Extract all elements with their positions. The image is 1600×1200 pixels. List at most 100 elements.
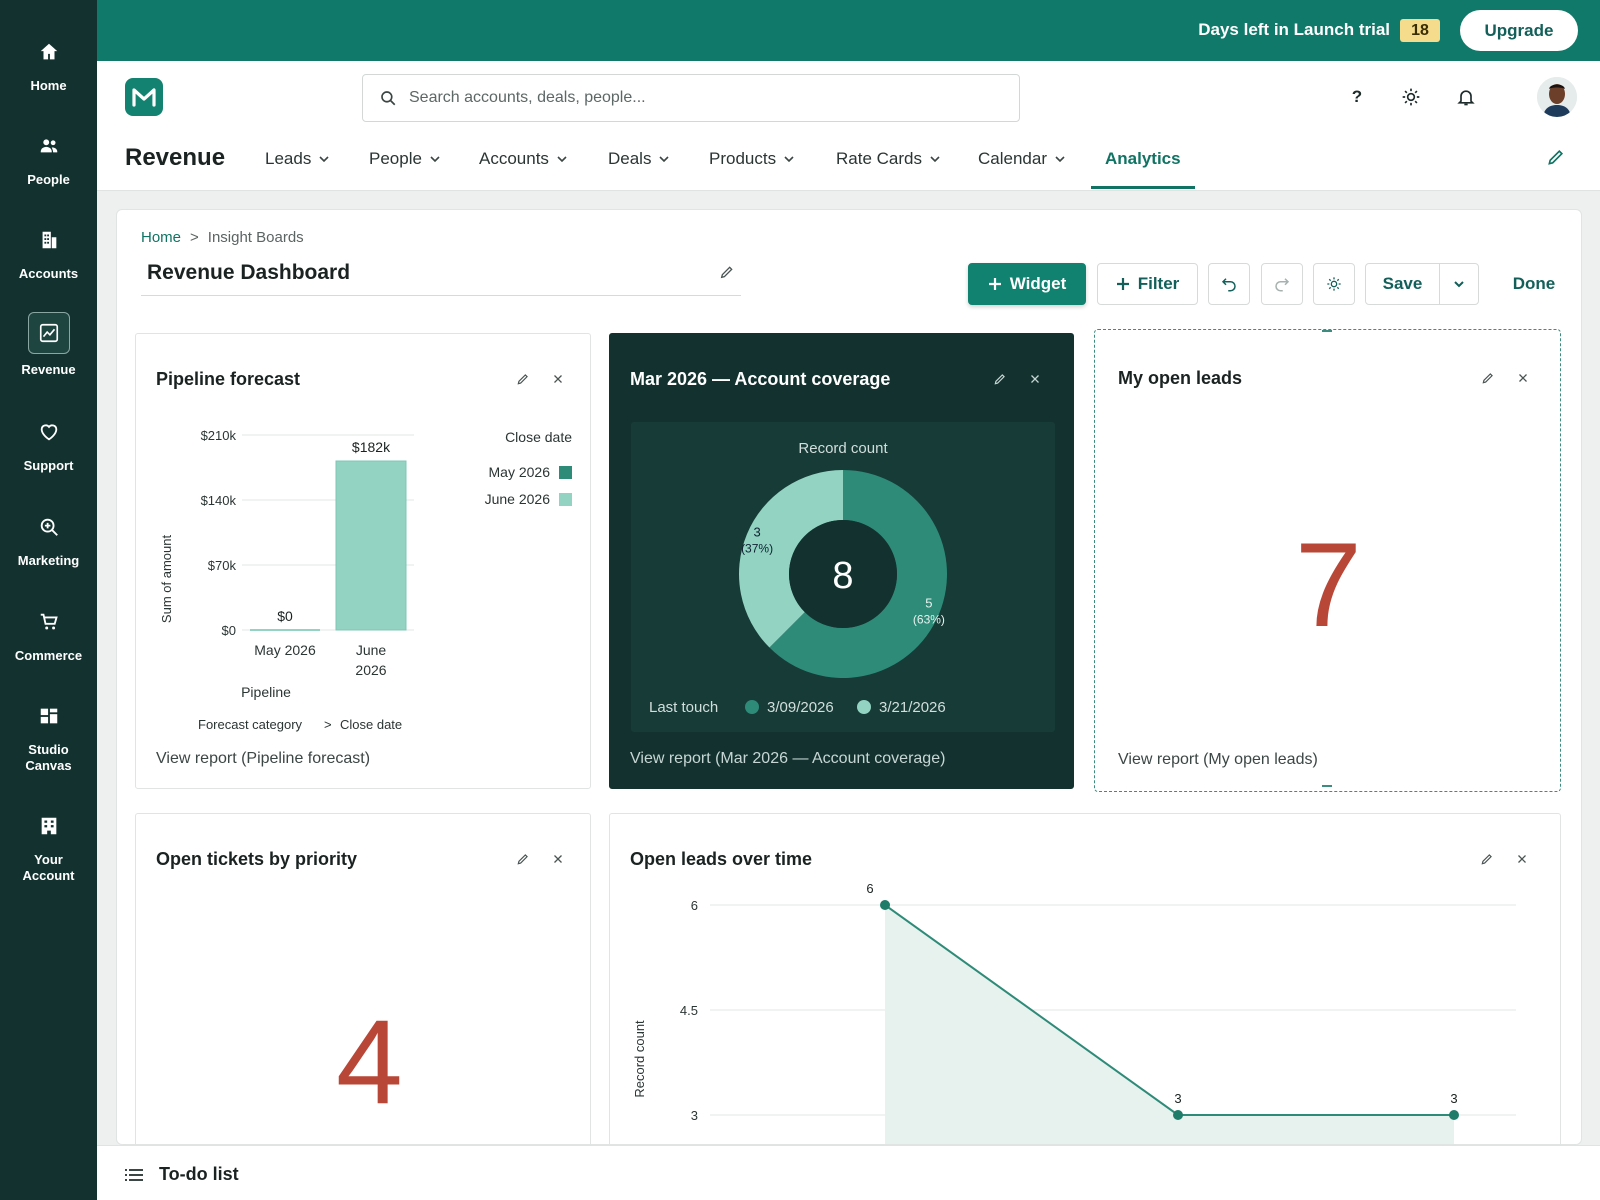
save-options-button[interactable] xyxy=(1439,263,1479,305)
footer-label: Forecast category xyxy=(198,717,303,732)
edit-nav-button[interactable] xyxy=(1546,147,1566,167)
tab-people[interactable]: People xyxy=(369,149,440,169)
legend-swatch xyxy=(559,493,572,506)
y-tick-label: $140k xyxy=(201,493,237,508)
breadcrumb: Home > Insight Boards xyxy=(141,229,304,246)
pencil-icon[interactable] xyxy=(719,264,735,280)
resize-handle-top[interactable] xyxy=(1322,330,1332,332)
button-label: Filter xyxy=(1137,274,1180,293)
add-widget-button[interactable]: Widget xyxy=(968,263,1086,305)
filter-button[interactable]: Filter xyxy=(1097,263,1198,305)
tab-rate-cards[interactable]: Rate Cards xyxy=(836,149,940,169)
tab-deals[interactable]: Deals xyxy=(608,149,670,169)
app-logo[interactable] xyxy=(125,78,163,116)
open-leads-over-time-card[interactable]: Open leads over time 3 4.5 6 Record count 6 3… xyxy=(609,813,1561,1144)
slice-percent: (37%) xyxy=(741,541,773,555)
legend-title: Close date xyxy=(505,429,572,445)
kpi-value: 7 xyxy=(1295,518,1362,652)
coverage-donut-chart: Record count 5 (63%) 3 (37%) 8 Last touch 3/09/… xyxy=(631,422,1055,732)
breadcrumb-separator: > xyxy=(190,229,199,246)
sidebar-item-accounts[interactable]: Accounts xyxy=(0,222,97,282)
tab-leads[interactable]: Leads xyxy=(265,149,329,169)
search-box[interactable] xyxy=(362,74,1020,122)
data-point xyxy=(1449,1110,1459,1120)
heart-icon xyxy=(31,414,67,450)
office-icon xyxy=(31,808,67,844)
theme-button[interactable] xyxy=(1313,263,1355,305)
tab-analytics[interactable]: Analytics xyxy=(1105,149,1181,169)
building-icon xyxy=(31,222,67,258)
bar xyxy=(335,460,407,631)
sidebar-item-label: Your Account xyxy=(22,852,75,883)
tab-calendar[interactable]: Calendar xyxy=(978,149,1065,169)
people-icon xyxy=(31,128,67,164)
data-label: $0 xyxy=(277,608,293,624)
page-title: Revenue Dashboard xyxy=(147,261,351,284)
todo-bar[interactable]: To-do list xyxy=(97,1145,1600,1200)
sidebar-item-label: Support xyxy=(23,458,74,473)
close-icon[interactable] xyxy=(551,852,567,868)
my-open-leads-card[interactable]: My open leads 7 View report (My open lea… xyxy=(1094,329,1561,792)
sidebar-item-revenue[interactable]: Revenue xyxy=(0,312,97,378)
done-button[interactable]: Done xyxy=(1489,263,1579,305)
redo-icon xyxy=(1275,278,1290,292)
tab-label: Products xyxy=(709,149,777,168)
resize-handle-bottom[interactable] xyxy=(1322,785,1332,787)
redo-button[interactable] xyxy=(1261,263,1303,305)
x-tick-label: May 2026 xyxy=(254,642,316,658)
slice-label: 3 xyxy=(753,524,760,539)
undo-button[interactable] xyxy=(1208,263,1250,305)
sidebar-item-people[interactable]: People xyxy=(0,128,97,188)
active-tab-indicator xyxy=(1091,186,1195,189)
legend-title: Last touch xyxy=(649,699,718,716)
legend-label: May 2026 xyxy=(489,464,551,480)
card-title: My open leads xyxy=(1118,368,1243,388)
chevron-down-icon xyxy=(1055,156,1065,163)
sidebar-item-support[interactable]: Support xyxy=(0,414,97,474)
sidebar-item-label: Revenue xyxy=(21,362,76,377)
y-axis-label: Record count xyxy=(632,1020,647,1098)
view-report-link[interactable]: View report (My open leads) xyxy=(1118,751,1318,769)
legend-swatch xyxy=(559,466,572,479)
data-label: 3 xyxy=(1450,1091,1457,1106)
breadcrumb-home-link[interactable]: Home xyxy=(141,229,181,246)
bell-icon xyxy=(1456,87,1476,107)
sidebar-item-commerce[interactable]: Commerce xyxy=(0,604,97,664)
sidebar-item-label: Home xyxy=(30,78,67,93)
sidebar-item-marketing[interactable]: Marketing xyxy=(0,509,97,569)
tab-label: Leads xyxy=(265,149,312,168)
plus-icon xyxy=(988,278,1001,290)
help-button[interactable]: ? xyxy=(1343,83,1371,111)
save-button[interactable]: Save xyxy=(1365,263,1440,305)
view-report-link[interactable]: View report (Pipeline forecast) xyxy=(156,750,370,768)
tab-label: Rate Cards xyxy=(836,149,922,168)
tab-label: Deals xyxy=(608,149,652,168)
y-tick-label: $210k xyxy=(201,428,237,443)
tab-label: Analytics xyxy=(1105,149,1181,168)
avatar[interactable] xyxy=(1537,77,1577,117)
y-tick-label: 6 xyxy=(691,898,698,913)
tab-products[interactable]: Products xyxy=(709,149,794,169)
sidebar-item-your-account[interactable]: Your Account xyxy=(0,808,97,884)
sidebar-item-label: Studio Canvas xyxy=(25,742,72,773)
notifications-button[interactable] xyxy=(1452,83,1480,111)
pipeline-forecast-card[interactable]: Pipeline forecast $0 $70k $140k $210k $0 May … xyxy=(135,333,591,789)
legend-swatch xyxy=(745,700,759,714)
button-label: Widget xyxy=(1009,274,1067,293)
sidebar-item-studio-canvas[interactable]: Studio Canvas xyxy=(0,698,97,774)
tab-accounts[interactable]: Accounts xyxy=(479,149,567,169)
search-input[interactable] xyxy=(409,75,1009,121)
account-coverage-card[interactable]: Mar 2026 — Account coverage Record count… xyxy=(609,333,1074,789)
theme-toggle-button[interactable] xyxy=(1397,83,1425,111)
view-report-link[interactable]: View report (Mar 2026 — Account coverage… xyxy=(630,750,945,768)
pencil-icon[interactable] xyxy=(1481,371,1497,387)
breadcrumb-current: Insight Boards xyxy=(207,229,304,246)
open-tickets-card[interactable]: Open tickets by priority 4 xyxy=(135,813,591,1144)
pencil-icon[interactable] xyxy=(516,852,532,868)
sidebar-item-home[interactable]: Home xyxy=(0,34,97,94)
canvas-icon xyxy=(31,698,67,734)
dashboard-title-field[interactable]: Revenue Dashboard xyxy=(141,256,741,296)
upgrade-button[interactable]: Upgrade xyxy=(1460,10,1578,51)
close-icon[interactable] xyxy=(1516,371,1532,387)
slice-percent: (63%) xyxy=(913,613,945,627)
